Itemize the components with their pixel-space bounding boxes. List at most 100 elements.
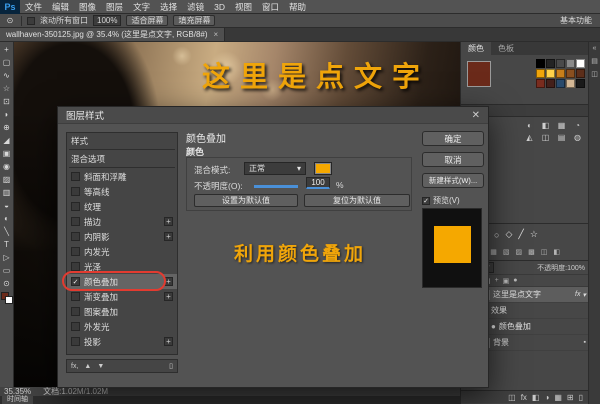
style-item-color-overlay[interactable]: ✓颜色叠加+	[67, 274, 177, 289]
panel-icon[interactable]: ◫	[541, 248, 548, 256]
menu-3d[interactable]: 3D	[209, 0, 230, 14]
plus-icon[interactable]: +	[164, 217, 173, 226]
style-item-inner-shadow[interactable]: 内阴影+	[67, 229, 177, 244]
preview-checkbox[interactable]: ✓	[422, 197, 430, 205]
scroll-all-windows-checkbox[interactable]	[27, 17, 35, 25]
dodge-tool-icon[interactable]: ◐	[0, 212, 13, 225]
delete-layer-icon[interactable]: ▯	[579, 393, 583, 402]
blur-tool-icon[interactable]: ◒	[0, 199, 13, 212]
magic-wand-tool-icon[interactable]: ☆	[0, 82, 13, 95]
new-group-icon[interactable]: ▦	[554, 393, 562, 402]
move-down-icon[interactable]: ▼	[97, 363, 104, 370]
style-item-stroke[interactable]: 描边+	[67, 214, 177, 229]
panel-icon[interactable]: ▦	[490, 248, 497, 256]
layer-fx-badge[interactable]: fx ▾	[575, 291, 586, 299]
type-tool-icon[interactable]: T	[0, 238, 13, 251]
panel-icon[interactable]: ▩	[528, 248, 535, 256]
checkbox[interactable]	[71, 322, 80, 331]
layer-name[interactable]: 这里是点文字	[493, 289, 541, 300]
tab-timeline[interactable]: 时间轴	[2, 396, 33, 404]
color-swatch[interactable]	[576, 69, 585, 78]
menu-layer[interactable]: 图层	[101, 0, 128, 14]
healing-tool-icon[interactable]: ⊕	[0, 121, 13, 134]
checkbox[interactable]	[71, 187, 80, 196]
plus-icon[interactable]: +	[164, 292, 173, 301]
lasso-tool-icon[interactable]: ∿	[0, 69, 13, 82]
layer-name[interactable]: 背景	[493, 337, 509, 348]
move-tool-icon[interactable]: +	[0, 43, 13, 56]
move-up-icon[interactable]: ▲	[84, 363, 91, 370]
lock-all-icon[interactable]: ●	[513, 277, 517, 284]
color-swatch[interactable]	[546, 79, 555, 88]
color-swatch[interactable]	[536, 59, 545, 68]
styles-item-styles[interactable]: 样式	[67, 133, 177, 148]
checkbox[interactable]	[71, 262, 80, 271]
style-item-gradient-overlay[interactable]: 渐变叠加+	[67, 289, 177, 304]
layer-mask-icon[interactable]: ◧	[532, 393, 540, 402]
panel-icon[interactable]: ▧	[503, 248, 510, 256]
custom-shape-icon[interactable]: ☆	[530, 229, 538, 240]
adjustment-layer-icon[interactable]: ◑	[544, 393, 549, 402]
opacity-value-field[interactable]: 100	[306, 177, 330, 189]
marquee-tool-icon[interactable]: ▢	[0, 56, 13, 69]
checkbox[interactable]	[71, 292, 80, 301]
blend-mode-dropdown[interactable]: 正常 ▾	[244, 162, 306, 175]
eyedropper-tool-icon[interactable]: ◗	[0, 108, 13, 121]
workspace-switcher[interactable]: 基本功能	[560, 15, 596, 26]
adjustment-icon[interactable]: ▦	[555, 121, 568, 130]
polygon-shape-icon[interactable]: ◇	[505, 229, 512, 240]
collapsed-panel-icon[interactable]: ◫	[591, 70, 598, 78]
current-color-swatch[interactable]	[467, 61, 491, 87]
style-item-drop-shadow[interactable]: 投影+	[67, 334, 177, 349]
color-swatch[interactable]	[536, 79, 545, 88]
adjustment-icon[interactable]: ▤	[555, 133, 568, 142]
pen-tool-icon[interactable]: ╲	[0, 225, 13, 238]
checkbox[interactable]	[71, 337, 80, 346]
document-tab[interactable]: wallhaven-350125.jpg @ 35.4% (这里是点文字, RG…	[0, 28, 225, 41]
adjustment-icon[interactable]: ◫	[539, 133, 552, 142]
collapsed-panel-icon[interactable]: ▤	[591, 57, 598, 65]
plus-icon[interactable]: +	[164, 337, 173, 346]
checkbox[interactable]	[71, 172, 80, 181]
brush-tool-icon[interactable]: ◢	[0, 134, 13, 147]
color-swatch[interactable]	[536, 69, 545, 78]
color-swatch[interactable]	[556, 79, 565, 88]
tab-color[interactable]: 颜色	[461, 42, 491, 55]
dialog-title-bar[interactable]: 图层样式 ✕	[58, 107, 488, 124]
adjustment-icon[interactable]: ◔	[571, 121, 584, 130]
background-color-chip[interactable]	[5, 296, 13, 304]
style-item-satin[interactable]: 光泽	[67, 259, 177, 274]
tab-swatches[interactable]: 色板	[491, 42, 521, 55]
layers-opacity[interactable]: 不透明度:100%	[537, 263, 585, 273]
styles-item-blending-options[interactable]: 混合选项	[67, 151, 177, 166]
adjustment-icon[interactable]: ◭	[523, 133, 536, 142]
reset-default-button[interactable]: 复位为默认值	[304, 194, 410, 207]
lock-pixels-icon[interactable]: ▣	[503, 277, 510, 285]
zoom-tool-icon[interactable]: ⊙	[0, 277, 13, 290]
color-swatch[interactable]	[566, 59, 575, 68]
layer-style-icon[interactable]: fx	[521, 393, 527, 402]
menu-file[interactable]: 文件	[20, 0, 47, 14]
color-swatch[interactable]	[556, 69, 565, 78]
fit-screen-button[interactable]: 适合屏幕	[126, 15, 168, 26]
collapse-dock-icon[interactable]: «	[593, 45, 597, 52]
style-item-contour[interactable]: 等高线	[67, 184, 177, 199]
color-swatch[interactable]	[546, 69, 555, 78]
close-document-icon[interactable]: ×	[214, 30, 219, 39]
path-select-tool-icon[interactable]: ▷	[0, 251, 13, 264]
new-layer-icon[interactable]: ⊞	[567, 393, 574, 402]
clone-stamp-tool-icon[interactable]: ▣	[0, 147, 13, 160]
set-default-button[interactable]: 设置为默认值	[194, 194, 298, 207]
menu-filter[interactable]: 滤镜	[182, 0, 209, 14]
color-swatch[interactable]	[556, 59, 565, 68]
color-swatch[interactable]	[546, 59, 555, 68]
menu-view[interactable]: 视图	[230, 0, 257, 14]
ok-button[interactable]: 确定	[422, 131, 484, 146]
menu-type[interactable]: 文字	[128, 0, 155, 14]
link-layers-icon[interactable]: ◫	[508, 393, 516, 402]
new-style-button[interactable]: 新建样式(W)...	[422, 173, 484, 188]
shape-tool-icon[interactable]: ▭	[0, 264, 13, 277]
preview-toggle[interactable]: ✓ 预览(V)	[422, 195, 460, 206]
line-shape-icon[interactable]: ╱	[518, 229, 523, 240]
zoom-level-field[interactable]: 35.35%	[4, 387, 31, 396]
